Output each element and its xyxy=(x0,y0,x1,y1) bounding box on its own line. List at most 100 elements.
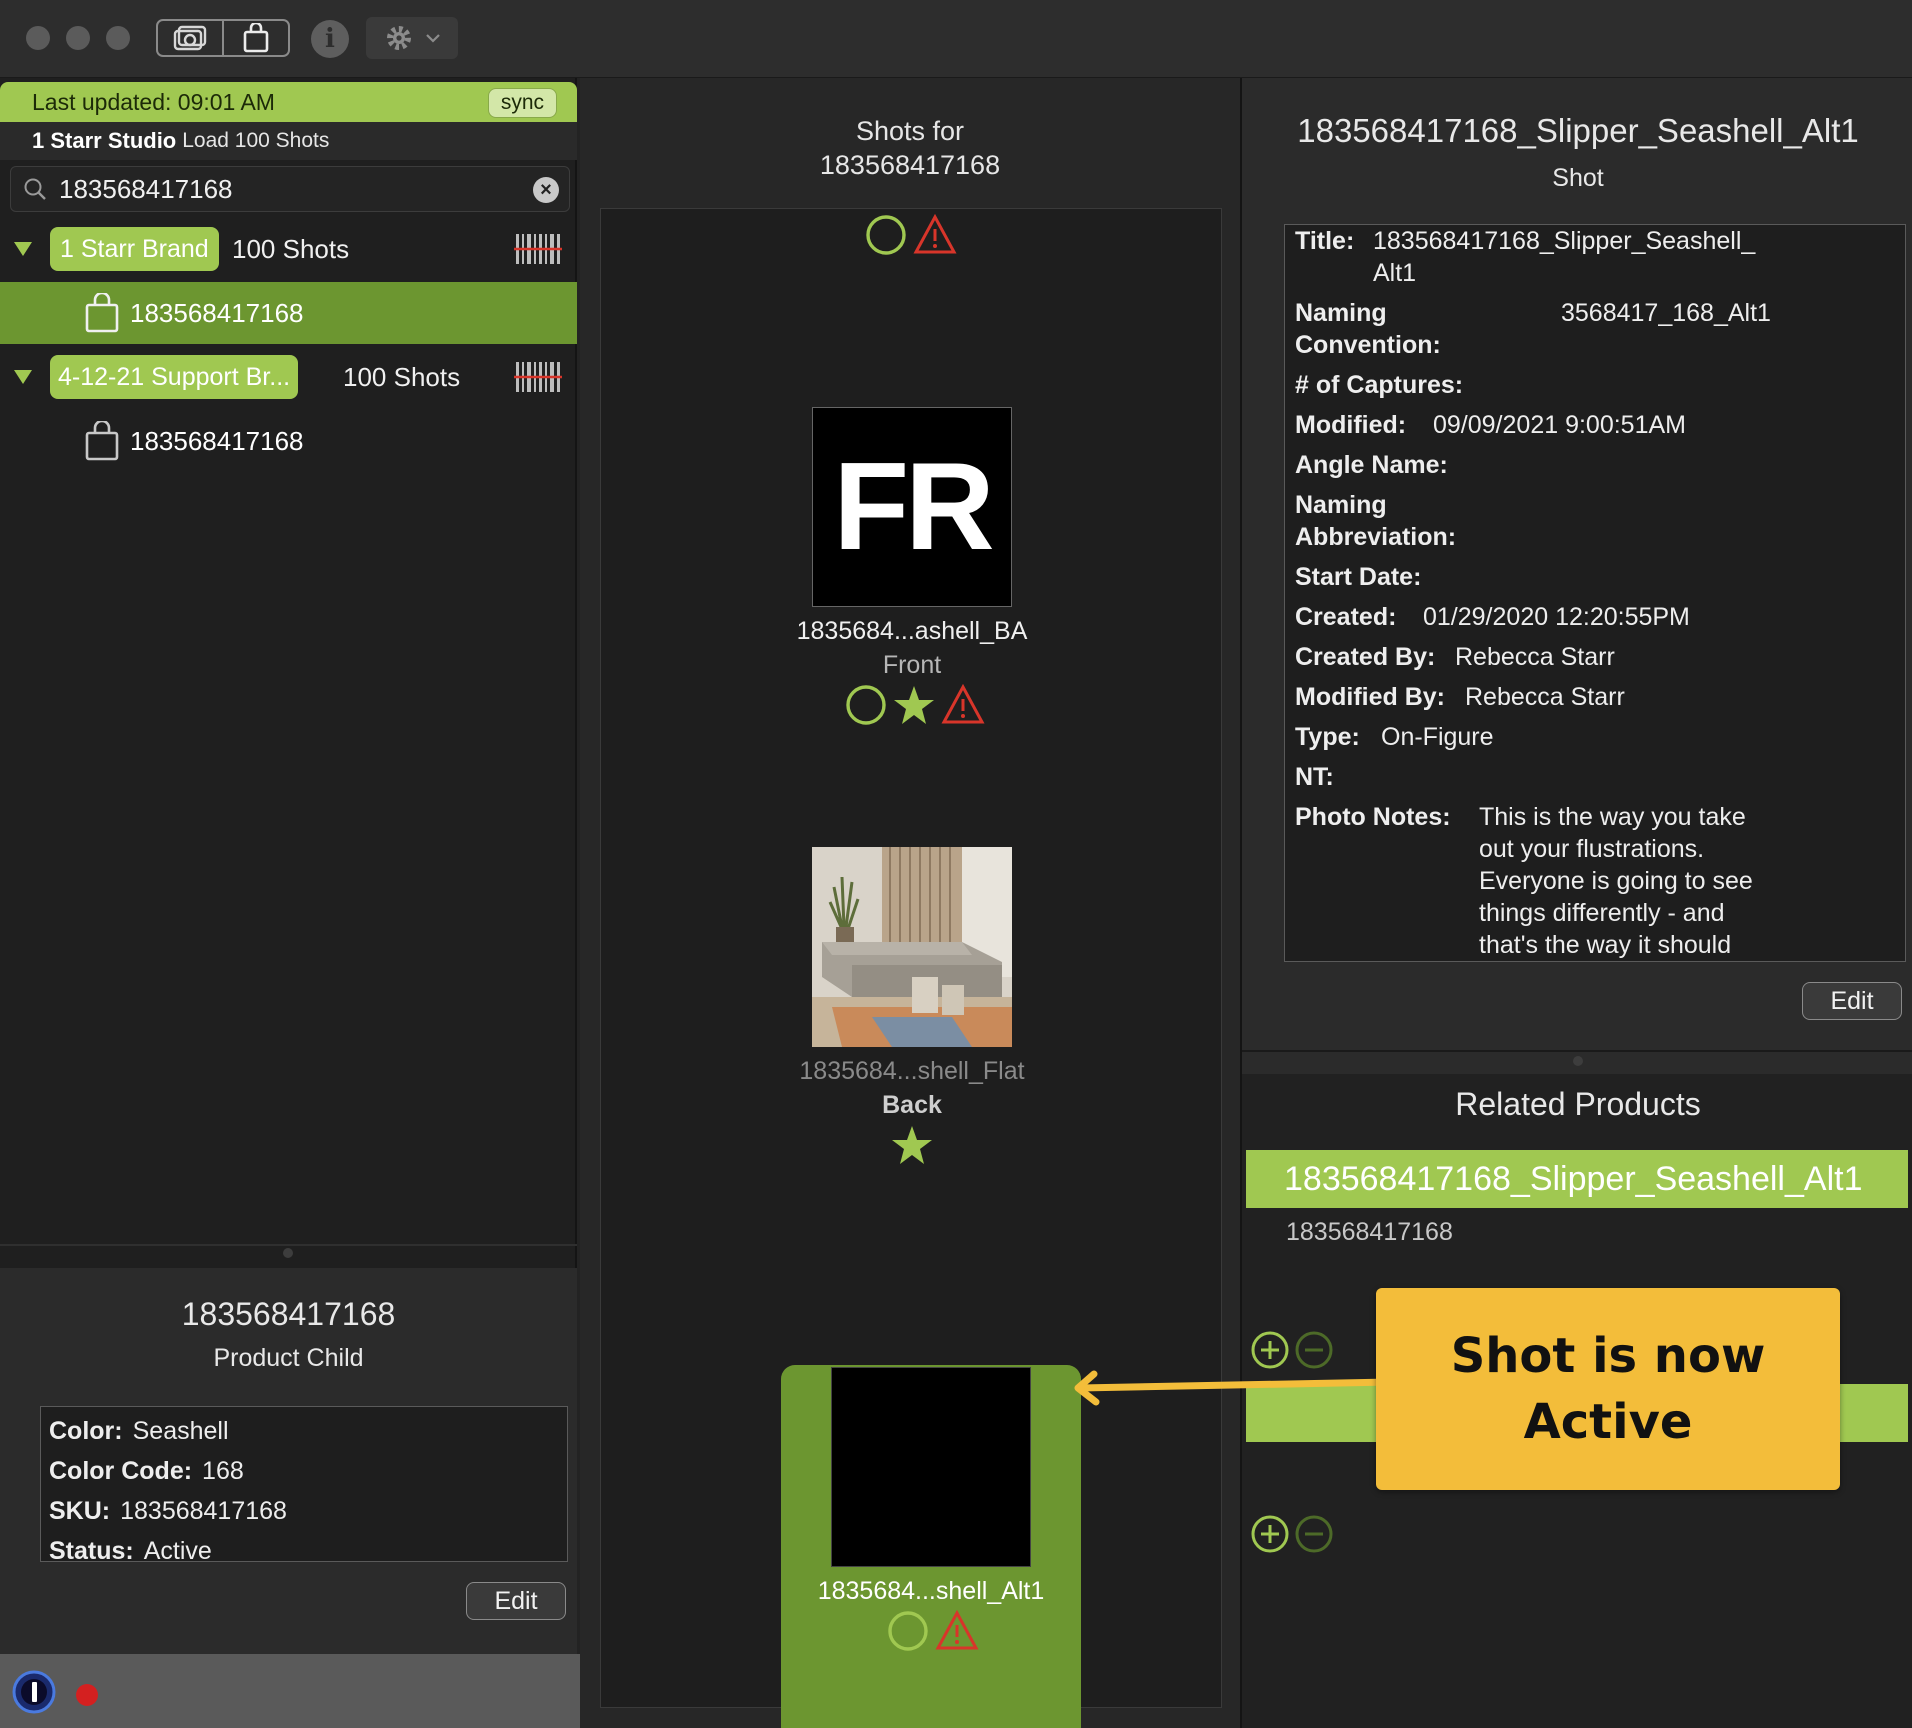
sku-value: 183568417168 xyxy=(120,1497,287,1525)
color-code-label: Color Code: xyxy=(49,1457,193,1485)
edit-product-button[interactable]: Edit xyxy=(466,1582,566,1620)
field-label: Created By: xyxy=(1295,643,1436,671)
notes-line: This is the way you take xyxy=(1479,803,1746,831)
shots-title-line1: Shots for xyxy=(855,116,965,146)
add-remove-controls xyxy=(1250,1330,1334,1370)
disclosure-triangle-icon[interactable] xyxy=(14,242,32,256)
product-detail-subtitle: Product Child xyxy=(213,1344,364,1372)
brand-row[interactable]: 4-12-21 Support Br... 100 Shots xyxy=(0,346,577,408)
shot-thumbnail-sofa[interactable] xyxy=(812,847,1012,1047)
shot-status-icons xyxy=(891,1123,933,1167)
search-field[interactable]: 183568417168 × xyxy=(10,166,570,212)
zoom-window-button[interactable] xyxy=(106,26,130,50)
related-product-selected[interactable]: 183568417168_Slipper_Seashell_Alt1 xyxy=(1246,1150,1908,1208)
studio-row: 1 Starr Studio Load 100 Shots xyxy=(0,122,577,160)
split-handle[interactable] xyxy=(1573,1056,1583,1066)
product-child-row[interactable]: 183568417168 xyxy=(0,282,577,344)
plus-circle-icon[interactable] xyxy=(1250,1330,1290,1370)
shot-angle: Front xyxy=(882,651,942,679)
field-label: Modified: xyxy=(1295,411,1407,439)
type-value: On-Figure xyxy=(1381,723,1494,751)
shot-thumbnail[interactable]: FR xyxy=(812,407,1012,607)
circle-status-icon xyxy=(888,1611,928,1651)
product-attributes-box: Color: Seashell Color Code: 168 SKU: 183568… xyxy=(40,1406,568,1565)
last-updated-label: Last updated: 09:01 AM xyxy=(32,88,275,115)
close-window-button[interactable] xyxy=(26,26,50,50)
split-divider[interactable] xyxy=(1242,1050,1912,1052)
bag-icon xyxy=(85,293,119,333)
edit-shot-button[interactable]: Edit xyxy=(1802,982,1902,1020)
field-label: Title: xyxy=(1295,227,1355,255)
color-value: Seashell xyxy=(132,1417,229,1445)
field-label: Naming xyxy=(1295,299,1387,327)
bag-icon[interactable] xyxy=(222,21,288,55)
product-detail-title: 183568417168 xyxy=(181,1296,396,1332)
shot-status-icons xyxy=(865,213,957,257)
warning-icon xyxy=(935,1610,979,1650)
notes-line: Everyone is going to see xyxy=(1479,867,1753,895)
shot-detail-subtitle: Shot xyxy=(1552,164,1604,192)
brand-shot-count: 100 Shots xyxy=(232,233,350,264)
field-label: Created: xyxy=(1295,603,1397,631)
recording-indicator xyxy=(76,1684,98,1706)
notes-line: that's the way it should xyxy=(1479,931,1732,959)
created-value: 01/29/2020 12:20:55PM xyxy=(1423,603,1690,631)
sync-button[interactable]: sync xyxy=(487,88,557,118)
search-icon xyxy=(24,178,46,200)
shot-thumbnail-text: FR xyxy=(833,438,994,576)
brand-name: 4-12-21 Support Br... xyxy=(50,355,299,399)
field-label: Abbreviation: xyxy=(1295,523,1457,551)
active-shot-card[interactable]: 1835684...shell_Alt1 xyxy=(781,1365,1081,1728)
shots-list[interactable]: FR 1835684...ashell_BA Front 1835684...s… xyxy=(600,208,1222,1728)
field-label: Type: xyxy=(1295,723,1360,751)
callout-line1: Shot is now xyxy=(1450,1328,1766,1384)
star-icon xyxy=(894,686,934,724)
split-divider[interactable] xyxy=(0,1244,577,1246)
status-value: Active xyxy=(143,1537,212,1565)
created-by-value: Rebecca Starr xyxy=(1455,643,1615,671)
modified-by-value: Rebecca Starr xyxy=(1465,683,1625,711)
shot-name: 1835684...shell_Alt1 xyxy=(817,1577,1045,1605)
shot-name: 1835684...shell_Flat xyxy=(799,1057,1025,1085)
circle-status-icon xyxy=(846,685,886,725)
settings-menu-button[interactable] xyxy=(366,17,458,59)
status-bar xyxy=(0,1654,580,1728)
barcode-icon[interactable] xyxy=(514,362,562,392)
color-code-value: 168 xyxy=(202,1457,244,1485)
studio-name: 1 Starr Studio xyxy=(32,128,177,153)
notes-line: out your flustrations. xyxy=(1479,835,1705,863)
related-product-item[interactable]: 183568417168 xyxy=(1286,1218,1453,1247)
shot-status-icons xyxy=(845,683,985,727)
warning-icon xyxy=(941,684,985,724)
field-label: Photo Notes: xyxy=(1295,803,1451,831)
minus-circle-icon[interactable] xyxy=(1294,1514,1334,1554)
window-toolbar: i xyxy=(0,0,1912,78)
info-icon[interactable]: i xyxy=(311,20,349,58)
notes-line: things differently - and xyxy=(1479,899,1725,927)
clear-search-icon[interactable]: × xyxy=(533,177,559,203)
field-label: Modified By: xyxy=(1295,683,1445,711)
status-label: Status: xyxy=(49,1537,134,1565)
product-child-row[interactable]: 183568417168 xyxy=(0,410,577,472)
camera-stack-icon[interactable] xyxy=(158,21,222,55)
title-value: 183568417168_Slipper_Seashell_ xyxy=(1373,227,1756,255)
minus-circle-icon[interactable] xyxy=(1294,1330,1334,1370)
onepassword-icon[interactable] xyxy=(12,1670,56,1714)
barcode-icon[interactable] xyxy=(514,234,562,264)
sync-status-bar: Last updated: 09:01 AM sync xyxy=(0,82,577,122)
title-value-cont: Alt1 xyxy=(1373,259,1417,287)
load-shots-link[interactable]: Load 100 Shots xyxy=(182,129,329,153)
chevron-down-icon xyxy=(426,34,440,43)
search-input[interactable]: 183568417168 xyxy=(59,174,233,205)
shot-attributes-box: Title: 183568417168_Slipper_Seashell_ Al… xyxy=(1284,224,1906,962)
minimize-window-button[interactable] xyxy=(66,26,90,50)
shot-thumbnail[interactable] xyxy=(831,1367,1031,1567)
split-handle[interactable] xyxy=(283,1248,293,1258)
brand-row[interactable]: 1 Starr Brand 100 Shots xyxy=(0,218,577,280)
annotation-callout: Shot is now Active xyxy=(1376,1288,1840,1490)
plus-circle-icon[interactable] xyxy=(1250,1514,1290,1554)
bag-icon xyxy=(85,421,119,461)
sku-label: SKU: xyxy=(49,1497,111,1525)
field-label: Convention: xyxy=(1295,331,1441,359)
disclosure-triangle-icon[interactable] xyxy=(14,370,32,384)
